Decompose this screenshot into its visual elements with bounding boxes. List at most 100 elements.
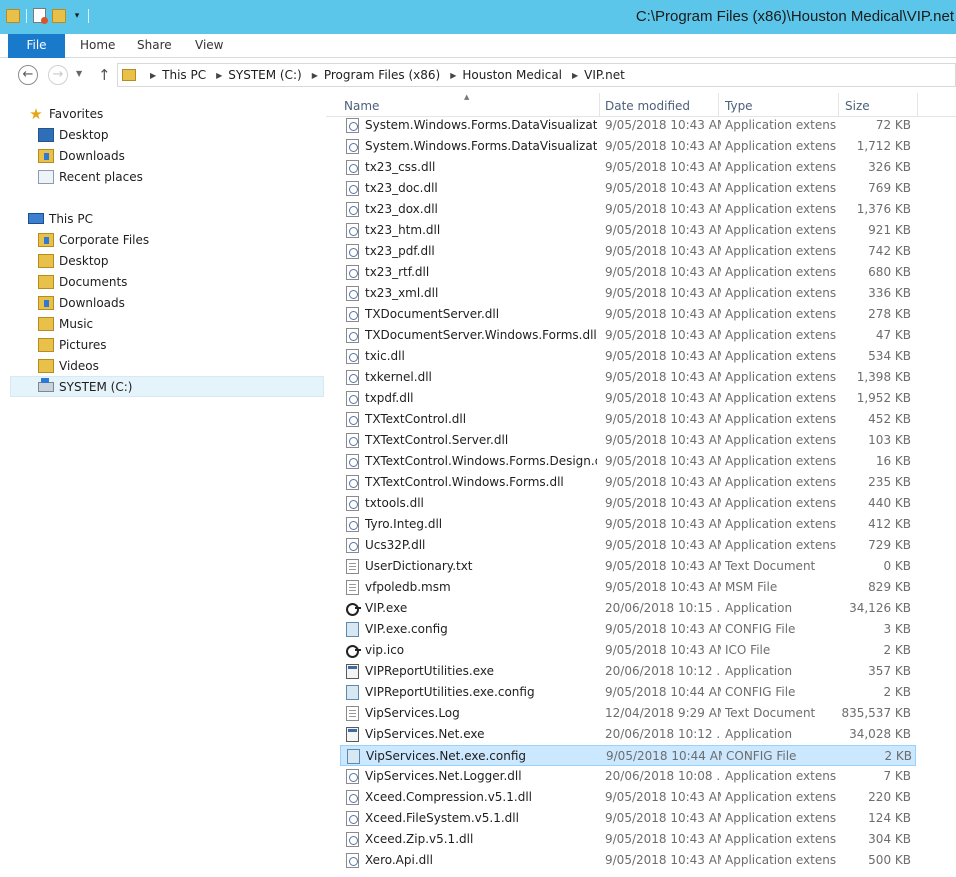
file-row[interactable]: VipServices.Net.exe.config 9/05/2018 10:4… bbox=[340, 745, 916, 766]
nav-item-desktop[interactable]: Desktop bbox=[38, 124, 109, 145]
file-type: Application extens... bbox=[725, 433, 837, 447]
chevron-right-icon[interactable]: ▶ bbox=[150, 71, 156, 80]
file-row[interactable]: txpdf.dll 9/05/2018 10:43 AM Application e… bbox=[340, 388, 916, 409]
file-row[interactable]: tx23_css.dll 9/05/2018 10:43 AM Applicatio… bbox=[340, 157, 916, 178]
file-type: Application extens... bbox=[725, 454, 837, 468]
dll-file-icon bbox=[346, 202, 359, 217]
nav-item-desktop-pc[interactable]: Desktop bbox=[38, 250, 109, 271]
file-row[interactable]: vip.ico 9/05/2018 10:43 AM ICO File 2 KB bbox=[340, 640, 916, 661]
breadcrumb-vip-net[interactable]: VIP.net bbox=[584, 68, 625, 82]
file-row[interactable]: VipServices.Log 12/04/2018 9:29 AM Text Do… bbox=[340, 703, 916, 724]
file-row[interactable]: VIPReportUtilities.exe.config 9/05/2018 1… bbox=[340, 682, 916, 703]
navigation-pane: ★ Favorites Desktop Downloads Recent pla… bbox=[0, 93, 326, 877]
file-row[interactable]: VipServices.Net.exe 20/06/2018 10:12 ... A… bbox=[340, 724, 916, 745]
exe-file-icon bbox=[346, 643, 361, 658]
file-row[interactable]: tx23_rtf.dll 9/05/2018 10:43 AM Applicatio… bbox=[340, 262, 916, 283]
tab-view[interactable]: View bbox=[195, 34, 223, 58]
nav-this-pc[interactable]: This PC bbox=[28, 208, 93, 229]
nav-favorites[interactable]: ★ Favorites bbox=[28, 103, 103, 124]
address-bar[interactable]: ▶ This PC ▶ SYSTEM (C:) ▶ Program Files … bbox=[117, 63, 956, 87]
file-row[interactable]: txtools.dll 9/05/2018 10:43 AM Application… bbox=[340, 493, 916, 514]
file-row[interactable]: System.Windows.Forms.DataVisualizatio...… bbox=[340, 136, 916, 157]
dll-file-icon bbox=[346, 328, 359, 343]
column-type[interactable]: Type bbox=[719, 93, 839, 117]
file-row[interactable]: TXDocumentServer.dll 9/05/2018 10:43 AM Ap… bbox=[340, 304, 916, 325]
file-row[interactable]: tx23_doc.dll 9/05/2018 10:43 AM Applicatio… bbox=[340, 178, 916, 199]
column-size[interactable]: Size bbox=[839, 93, 918, 117]
tab-share[interactable]: Share bbox=[137, 34, 172, 58]
nav-item-documents[interactable]: Documents bbox=[38, 271, 127, 292]
breadcrumb-this-pc[interactable]: This PC bbox=[162, 68, 206, 82]
file-row[interactable]: TXTextControl.dll 9/05/2018 10:43 AM Appli… bbox=[340, 409, 916, 430]
up-button[interactable]: ↑ bbox=[98, 66, 111, 84]
chevron-right-icon[interactable]: ▶ bbox=[572, 71, 578, 80]
nav-item-pictures[interactable]: Pictures bbox=[38, 334, 107, 355]
file-row[interactable]: tx23_dox.dll 9/05/2018 10:43 AM Applicatio… bbox=[340, 199, 916, 220]
file-row[interactable]: Xceed.Zip.v5.1.dll 9/05/2018 10:43 AM Appl… bbox=[340, 829, 916, 850]
file-row[interactable]: Xero.Api.dll 9/05/2018 10:43 AM Applicatio… bbox=[340, 850, 916, 871]
file-row[interactable]: UserDictionary.txt 9/05/2018 10:43 AM Text… bbox=[340, 556, 916, 577]
file-size: 0 KB bbox=[883, 559, 911, 573]
file-type: Application extens... bbox=[725, 475, 837, 489]
dll-file-icon bbox=[346, 475, 359, 490]
music-folder-icon bbox=[38, 316, 54, 331]
nav-item-downloads[interactable]: Downloads bbox=[38, 145, 125, 166]
properties-icon[interactable] bbox=[33, 8, 48, 24]
file-row[interactable]: TXTextControl.Server.dll 9/05/2018 10:43 … bbox=[340, 430, 916, 451]
file-row[interactable]: txic.dll 9/05/2018 10:43 AM Application ex… bbox=[340, 346, 916, 367]
file-size: 34,028 KB bbox=[849, 727, 911, 741]
chevron-right-icon[interactable]: ▶ bbox=[450, 71, 456, 80]
file-row[interactable]: TXDocumentServer.Windows.Forms.dll 9/05/2… bbox=[340, 325, 916, 346]
config-file-icon bbox=[347, 749, 360, 764]
file-size: 835,537 KB bbox=[841, 706, 911, 720]
file-row[interactable]: txkernel.dll 9/05/2018 10:43 AM Applicatio… bbox=[340, 367, 916, 388]
file-row[interactable]: VipServices.Net.Logger.dll 20/06/2018 10:… bbox=[340, 766, 916, 787]
file-row[interactable]: Xceed.Compression.v5.1.dll 9/05/2018 10:4… bbox=[340, 787, 916, 808]
app-file-icon bbox=[346, 727, 359, 742]
tab-home[interactable]: Home bbox=[80, 34, 115, 58]
file-row[interactable]: VIP.exe 20/06/2018 10:15 ... Application 34… bbox=[340, 598, 916, 619]
file-row[interactable]: tx23_pdf.dll 9/05/2018 10:43 AM Applicatio… bbox=[340, 241, 916, 262]
file-row[interactable]: VIP.exe.config 9/05/2018 10:43 AM CONFIG F… bbox=[340, 619, 916, 640]
file-row[interactable]: Ucs32P.dll 9/05/2018 10:43 AM Application … bbox=[340, 535, 916, 556]
back-button[interactable]: ← bbox=[18, 65, 38, 85]
file-row[interactable]: TXTextControl.Windows.Forms.dll 9/05/2018… bbox=[340, 472, 916, 493]
customize-dropdown-icon[interactable]: ▾ bbox=[72, 11, 82, 21]
dll-file-icon bbox=[346, 412, 359, 427]
nav-item-system-c[interactable]: SYSTEM (C:) bbox=[10, 376, 324, 397]
nav-item-recent-places[interactable]: Recent places bbox=[38, 166, 143, 187]
nav-item-music[interactable]: Music bbox=[38, 313, 93, 334]
file-row[interactable]: tx23_xml.dll 9/05/2018 10:43 AM Applicatio… bbox=[340, 283, 916, 304]
new-folder-icon[interactable] bbox=[52, 8, 66, 23]
nav-item-corporate-files[interactable]: Corporate Files bbox=[38, 229, 149, 250]
file-size: 1,712 KB bbox=[856, 139, 911, 153]
column-date-modified[interactable]: Date modified bbox=[599, 93, 719, 117]
file-date-modified: 20/06/2018 10:08 ... bbox=[605, 769, 721, 783]
file-row[interactable]: System.Windows.Forms.DataVisualizatio...… bbox=[340, 115, 916, 136]
tab-file[interactable]: File bbox=[8, 34, 65, 58]
chevron-right-icon[interactable]: ▶ bbox=[312, 71, 318, 80]
file-row[interactable]: tx23_htm.dll 9/05/2018 10:43 AM Applicatio… bbox=[340, 220, 916, 241]
file-name: tx23_xml.dll bbox=[365, 286, 439, 300]
forward-button[interactable]: → bbox=[48, 65, 68, 85]
file-row[interactable]: VIPReportUtilities.exe 20/06/2018 10:12 .… bbox=[340, 661, 916, 682]
file-row[interactable]: TXTextControl.Windows.Forms.Design.dll 9/… bbox=[340, 451, 916, 472]
breadcrumb-program-files[interactable]: Program Files (x86) bbox=[324, 68, 440, 82]
nav-item-videos[interactable]: Videos bbox=[38, 355, 99, 376]
recent-locations-dropdown-icon[interactable]: ▼ bbox=[76, 69, 82, 78]
file-row[interactable]: vfpoledb.msm 9/05/2018 10:43 AM MSM File 82… bbox=[340, 577, 916, 598]
breadcrumb-houston-medical[interactable]: Houston Medical bbox=[462, 68, 562, 82]
file-size: 326 KB bbox=[868, 160, 911, 174]
folder-icon[interactable] bbox=[6, 8, 20, 23]
dll-file-icon bbox=[346, 370, 359, 385]
file-type: Application extens... bbox=[725, 307, 837, 321]
file-row[interactable]: Xceed.FileSystem.v5.1.dll 9/05/2018 10:43… bbox=[340, 808, 916, 829]
chevron-right-icon[interactable]: ▶ bbox=[216, 71, 222, 80]
column-name[interactable]: Name bbox=[338, 93, 600, 117]
nav-item-downloads-pc[interactable]: Downloads bbox=[38, 292, 125, 313]
file-row[interactable]: Tyro.Integ.dll 9/05/2018 10:43 AM Applicat… bbox=[340, 514, 916, 535]
file-name: tx23_htm.dll bbox=[365, 223, 441, 237]
breadcrumb-system-c[interactable]: SYSTEM (C:) bbox=[228, 68, 301, 82]
file-date-modified: 9/05/2018 10:43 AM bbox=[605, 517, 721, 531]
file-date-modified: 9/05/2018 10:44 AM bbox=[605, 685, 721, 699]
